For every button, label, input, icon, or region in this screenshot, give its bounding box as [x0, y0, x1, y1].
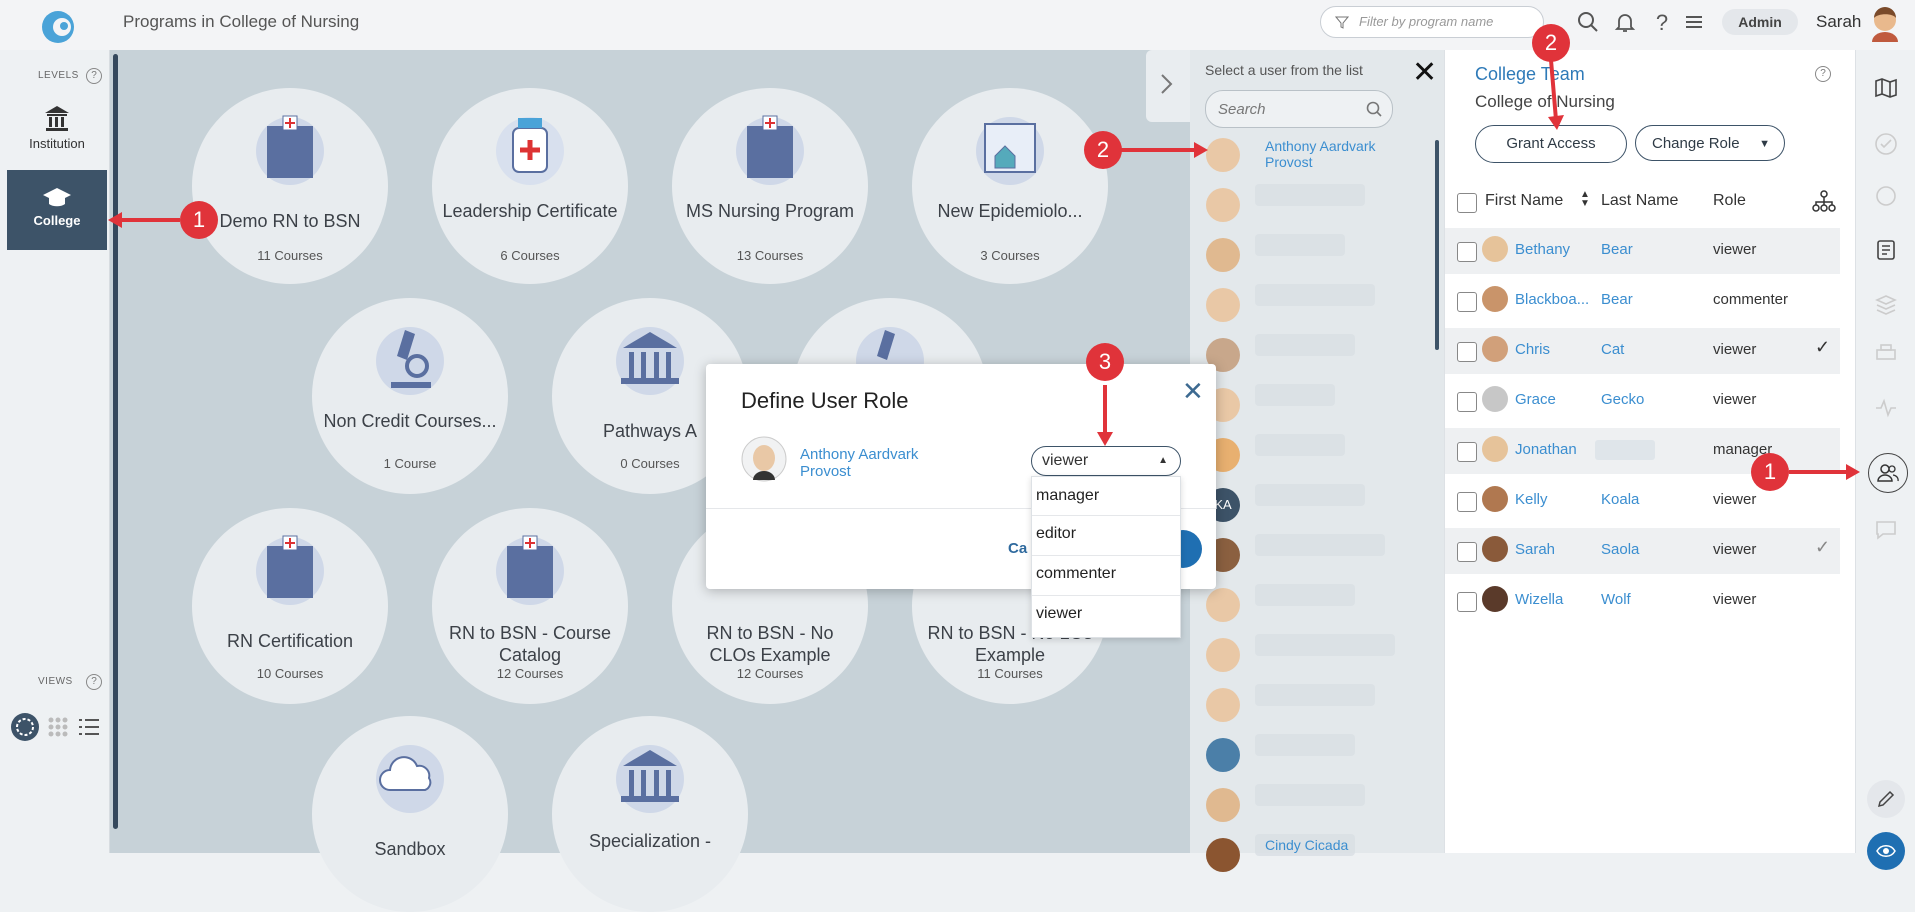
step-marker: 3	[1086, 343, 1124, 381]
step-marker: 1	[180, 201, 218, 239]
annotation-arrows	[108, 59, 1860, 480]
step-marker: 2	[1084, 131, 1122, 169]
step-marker: 2	[1532, 24, 1570, 62]
step-marker: 1	[1751, 453, 1789, 491]
